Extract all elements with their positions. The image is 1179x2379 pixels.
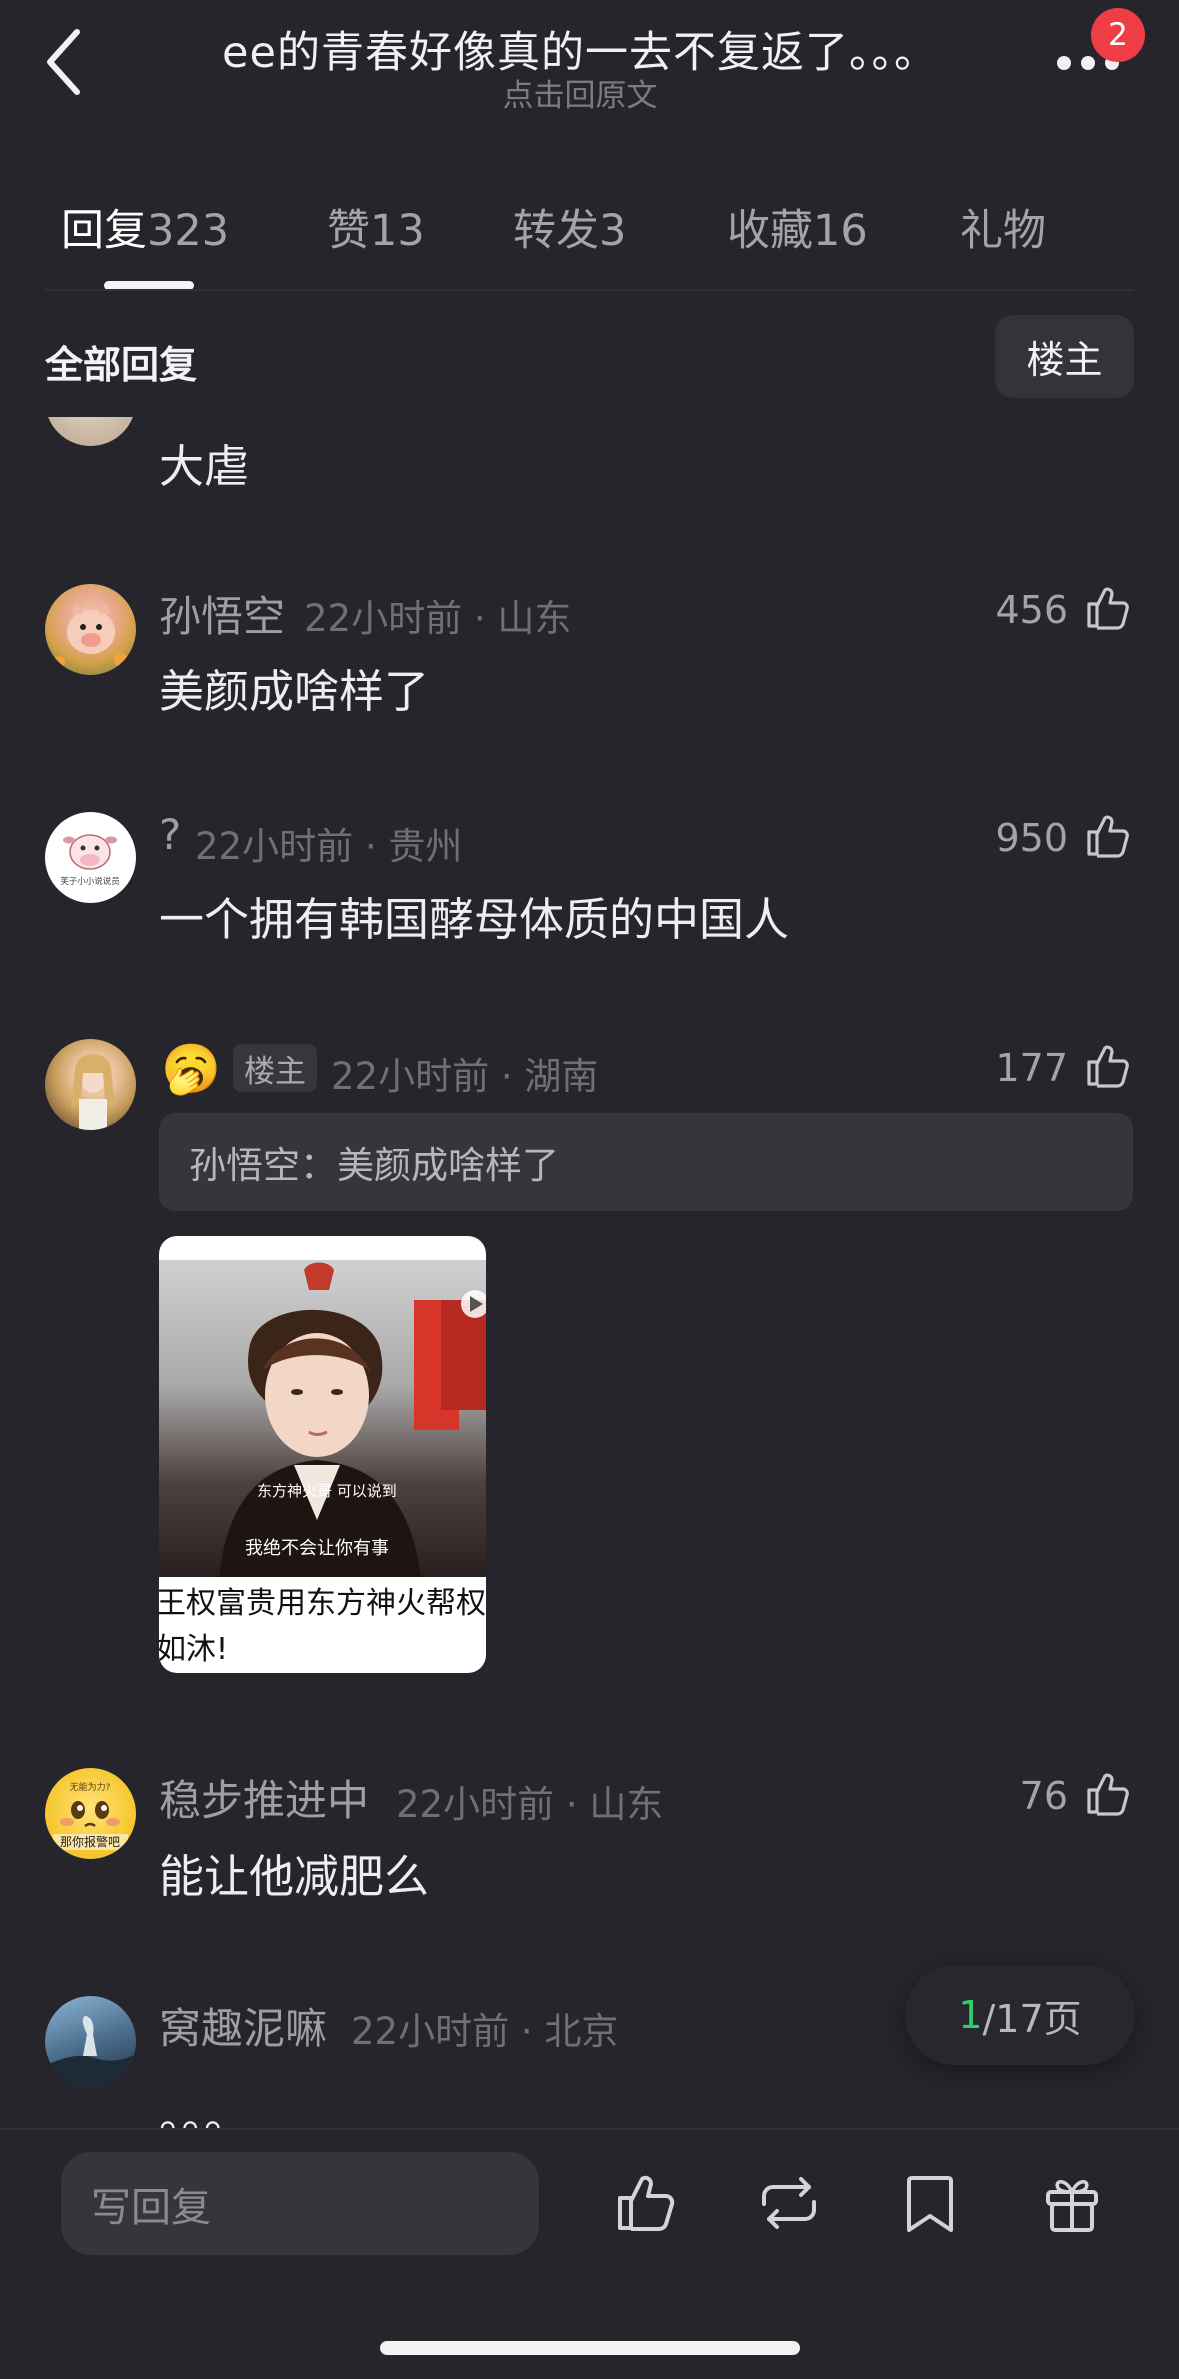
like-count: 456 xyxy=(995,588,1068,632)
thumbs-up-icon[interactable] xyxy=(614,2170,680,2236)
avatar[interactable] xyxy=(45,1039,136,1130)
comment-meta: 22小时前 · 北京 xyxy=(351,2010,619,2053)
bookmark-icon[interactable] xyxy=(897,2170,963,2236)
page-indicator[interactable]: 1/17页 xyxy=(905,1965,1135,2065)
tab-reposts-label: 转发 xyxy=(513,206,599,256)
back-to-original-link[interactable]: 点击回原文 xyxy=(150,70,1010,115)
cow-avatar-icon: 芙子小小说说员 xyxy=(60,834,120,887)
tab-gifts[interactable]: 礼物 xyxy=(960,196,1046,258)
avatar-caption: 芙子小小说说员 xyxy=(60,876,120,887)
video-caption-1: 东方神火哥 可以说到 xyxy=(257,1482,397,1500)
divider xyxy=(45,289,1134,291)
tab-likes-label: 赞 xyxy=(327,206,370,256)
tab-favorites-count: 16 xyxy=(813,206,868,256)
comment-meta: 22小时前 · 山东 xyxy=(304,597,572,640)
tab-replies[interactable]: 回复323 xyxy=(61,196,229,258)
tab-favorites[interactable]: 收藏16 xyxy=(727,196,868,258)
comment-text: 美颜成啥样了 xyxy=(159,665,430,718)
tab-favorites-label: 收藏 xyxy=(727,206,813,256)
avatar-caption-top: 无能为力? xyxy=(70,1781,111,1793)
like-count: 177 xyxy=(995,1046,1068,1090)
crying-emoji-avatar-icon: 无能为力? 那你报警吧 xyxy=(53,1781,128,1850)
like-count: 950 xyxy=(995,816,1068,860)
username-emoji[interactable]: 🥱 xyxy=(161,1040,221,1097)
username[interactable]: 孙悟空 xyxy=(159,583,285,644)
avatar[interactable]: 无能为力? 那你报警吧 xyxy=(45,1768,136,1859)
comment-meta: 22小时前 · 贵州 xyxy=(195,825,463,868)
video-caption-2: 我绝不会让你有事 xyxy=(245,1538,389,1559)
repost-icon[interactable] xyxy=(756,2170,822,2236)
avatar[interactable]: 芙子小小说说员 xyxy=(45,812,136,903)
avatar[interactable] xyxy=(45,1996,136,2087)
current-page: 1 xyxy=(958,1993,983,2037)
thumbs-up-icon[interactable] xyxy=(1083,1768,1133,1818)
pig-avatar-icon xyxy=(53,602,128,668)
tab-likes[interactable]: 赞13 xyxy=(327,196,425,258)
total-pages: /17页 xyxy=(982,1996,1082,2041)
person-avatar-icon xyxy=(71,1054,115,1130)
reply-input[interactable]: 写回复 xyxy=(61,2152,539,2255)
all-replies-label: 全部回复 xyxy=(45,343,198,387)
comment-meta: 22小时前 · 湖南 xyxy=(331,1055,599,1098)
op-only-button[interactable]: 楼主 xyxy=(995,315,1134,398)
chevron-left-icon xyxy=(47,29,80,95)
tab-reposts-count: 3 xyxy=(599,206,627,256)
comment-text: 大虐 xyxy=(159,440,250,493)
thumbs-up-icon[interactable] xyxy=(1083,810,1133,860)
tab-replies-count: 323 xyxy=(147,206,230,256)
username[interactable]: ? xyxy=(159,810,181,859)
video-frame-image: 东方神火哥 可以说到 我绝不会让你有事 xyxy=(219,1262,486,1577)
video-title: 王权富贵用东方神火帮权如沐! xyxy=(159,1586,486,1667)
tab-gifts-label: 礼物 xyxy=(960,206,1046,256)
home-indicator[interactable] xyxy=(380,2341,800,2355)
thumbs-up-icon[interactable] xyxy=(1083,1040,1133,1090)
comment-text: 能让他减肥么 xyxy=(159,1850,430,1903)
tab-reposts[interactable]: 转发3 xyxy=(513,196,626,258)
tab-likes-count: 13 xyxy=(370,206,425,256)
video-thumbnail: 东方神火哥 可以说到 我绝不会让你有事 xyxy=(159,1260,486,1577)
back-button[interactable] xyxy=(30,22,100,102)
like-count: 76 xyxy=(1019,1774,1068,1818)
op-tag: 楼主 xyxy=(233,1044,317,1092)
tab-replies-label: 回复 xyxy=(61,206,147,256)
comment-meta: 22小时前 · 山东 xyxy=(396,1783,664,1826)
avatar-caption-bottom: 那你报警吧 xyxy=(60,1834,120,1849)
gift-icon[interactable] xyxy=(1039,2170,1105,2236)
avatar[interactable] xyxy=(45,584,136,675)
video-card[interactable]: 东方神火哥 可以说到 我绝不会让你有事 王权富贵用东方神火帮权如沐! xyxy=(159,1236,486,1673)
thumbs-up-icon[interactable] xyxy=(1083,582,1133,632)
notification-badge: 2 xyxy=(1091,8,1145,62)
comment-text: 一个拥有韩国酵母体质的中国人 xyxy=(159,893,790,946)
landscape-avatar-icon xyxy=(45,2016,136,2087)
username[interactable]: 稳步推进中 xyxy=(159,1767,369,1828)
quoted-reply[interactable]: 孙悟空：美颜成啥样了 xyxy=(159,1113,1133,1211)
comment-text: 。。。 xyxy=(159,2090,250,2128)
username[interactable]: 窝趣泥嘛 xyxy=(159,1995,327,2056)
